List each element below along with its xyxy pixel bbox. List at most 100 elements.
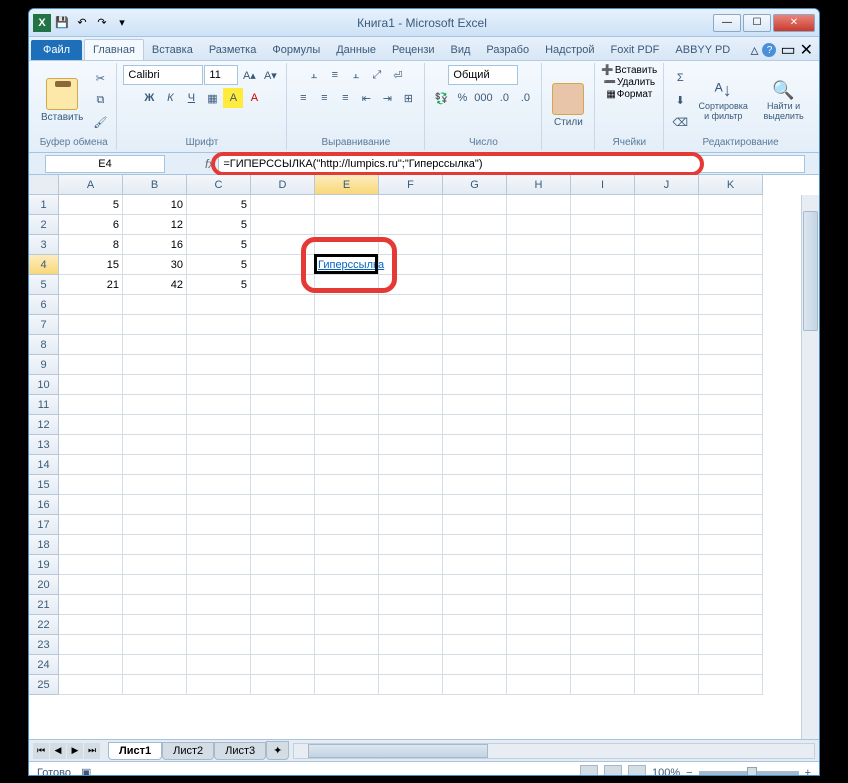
align-right-icon[interactable]: ≡ <box>335 88 355 108</box>
cell[interactable] <box>635 395 699 415</box>
cell[interactable] <box>443 215 507 235</box>
cell[interactable] <box>635 355 699 375</box>
cell[interactable] <box>251 275 315 295</box>
worksheet-grid[interactable]: ABCDEFGHIJK 1234567891011121314151617181… <box>29 175 819 739</box>
cell[interactable] <box>635 575 699 595</box>
cells-area[interactable]: 51056125816515305Гиперссылка21425 <box>59 195 801 739</box>
cell[interactable] <box>59 335 123 355</box>
cell[interactable] <box>635 535 699 555</box>
cells-format-label[interactable]: Формат <box>617 89 653 100</box>
row-header[interactable]: 25 <box>29 675 59 695</box>
cell[interactable] <box>507 295 571 315</box>
cell[interactable] <box>443 255 507 275</box>
cell[interactable] <box>123 675 187 695</box>
cell[interactable] <box>187 655 251 675</box>
cell[interactable] <box>571 195 635 215</box>
cell[interactable] <box>379 515 443 535</box>
copy-icon[interactable]: ⧉ <box>90 90 110 110</box>
cell[interactable] <box>123 555 187 575</box>
col-header[interactable]: I <box>571 175 635 195</box>
cell[interactable]: 8 <box>59 235 123 255</box>
cell[interactable] <box>251 435 315 455</box>
cell[interactable] <box>59 355 123 375</box>
cell[interactable] <box>59 395 123 415</box>
cell[interactable]: 5 <box>187 195 251 215</box>
comma-icon[interactable]: 000 <box>473 88 493 108</box>
cell[interactable]: 21 <box>59 275 123 295</box>
cell[interactable] <box>507 595 571 615</box>
cell[interactable] <box>443 675 507 695</box>
cell[interactable] <box>379 395 443 415</box>
sort-filter-button[interactable]: ᴬ↓ Сортировка и фильтр <box>693 78 753 123</box>
vscroll-thumb[interactable] <box>803 211 818 331</box>
row-header[interactable]: 5 <box>29 275 59 295</box>
macro-record-icon[interactable]: ▣ <box>81 766 91 776</box>
cell[interactable] <box>251 395 315 415</box>
redo-icon[interactable]: ↷ <box>93 14 111 32</box>
col-header[interactable]: E <box>315 175 379 195</box>
sheet-tab-3[interactable]: Лист3 <box>214 742 266 760</box>
row-header[interactable]: 21 <box>29 595 59 615</box>
cell[interactable] <box>571 215 635 235</box>
cell[interactable] <box>123 415 187 435</box>
cell[interactable] <box>123 435 187 455</box>
cell[interactable] <box>699 375 763 395</box>
cell[interactable] <box>315 455 379 475</box>
cell[interactable] <box>379 275 443 295</box>
cell[interactable] <box>699 255 763 275</box>
cell[interactable] <box>251 475 315 495</box>
cell[interactable] <box>699 455 763 475</box>
cell[interactable] <box>187 555 251 575</box>
cell[interactable] <box>59 415 123 435</box>
cell[interactable] <box>571 615 635 635</box>
cell[interactable] <box>635 475 699 495</box>
row-header[interactable]: 23 <box>29 635 59 655</box>
cell[interactable]: Гиперссылка <box>315 255 379 275</box>
cell[interactable] <box>507 315 571 335</box>
cell[interactable] <box>443 435 507 455</box>
cell[interactable] <box>187 415 251 435</box>
cell[interactable] <box>315 655 379 675</box>
cell[interactable] <box>571 455 635 475</box>
cell[interactable] <box>635 515 699 535</box>
align-bottom-icon[interactable]: ⫠ <box>346 65 366 85</box>
cell[interactable] <box>187 315 251 335</box>
cell[interactable] <box>315 615 379 635</box>
cell[interactable] <box>251 255 315 275</box>
cell[interactable] <box>379 335 443 355</box>
cell[interactable]: 42 <box>123 275 187 295</box>
tab-insert[interactable]: Вставка <box>144 40 201 60</box>
cell[interactable] <box>635 235 699 255</box>
cell[interactable] <box>315 435 379 455</box>
cell[interactable] <box>123 295 187 315</box>
cell[interactable] <box>571 675 635 695</box>
zoom-out-icon[interactable]: − <box>686 767 692 777</box>
cell[interactable] <box>443 635 507 655</box>
cell[interactable] <box>571 435 635 455</box>
tab-foxit[interactable]: Foxit PDF <box>603 40 668 60</box>
cell[interactable] <box>315 315 379 335</box>
font-color-icon[interactable]: A <box>244 88 264 108</box>
cells-delete-label[interactable]: Удалить <box>617 77 655 88</box>
cells-insert-label[interactable]: Вставить <box>615 65 657 76</box>
cell[interactable] <box>187 495 251 515</box>
currency-icon[interactable]: 💱 <box>431 88 451 108</box>
cell[interactable] <box>251 375 315 395</box>
cell[interactable]: 16 <box>123 235 187 255</box>
cell[interactable] <box>187 395 251 415</box>
cell[interactable] <box>251 295 315 315</box>
cell[interactable] <box>59 615 123 635</box>
cell[interactable] <box>571 575 635 595</box>
cell[interactable] <box>251 515 315 535</box>
find-select-button[interactable]: 🔍 Найти и выделить <box>756 78 811 123</box>
row-header[interactable]: 24 <box>29 655 59 675</box>
cell[interactable] <box>507 335 571 355</box>
cell[interactable] <box>635 255 699 275</box>
cell[interactable] <box>507 675 571 695</box>
cell[interactable] <box>379 615 443 635</box>
cell[interactable] <box>507 575 571 595</box>
cell[interactable] <box>315 295 379 315</box>
cell[interactable] <box>443 295 507 315</box>
cell[interactable] <box>379 355 443 375</box>
cell[interactable] <box>315 415 379 435</box>
